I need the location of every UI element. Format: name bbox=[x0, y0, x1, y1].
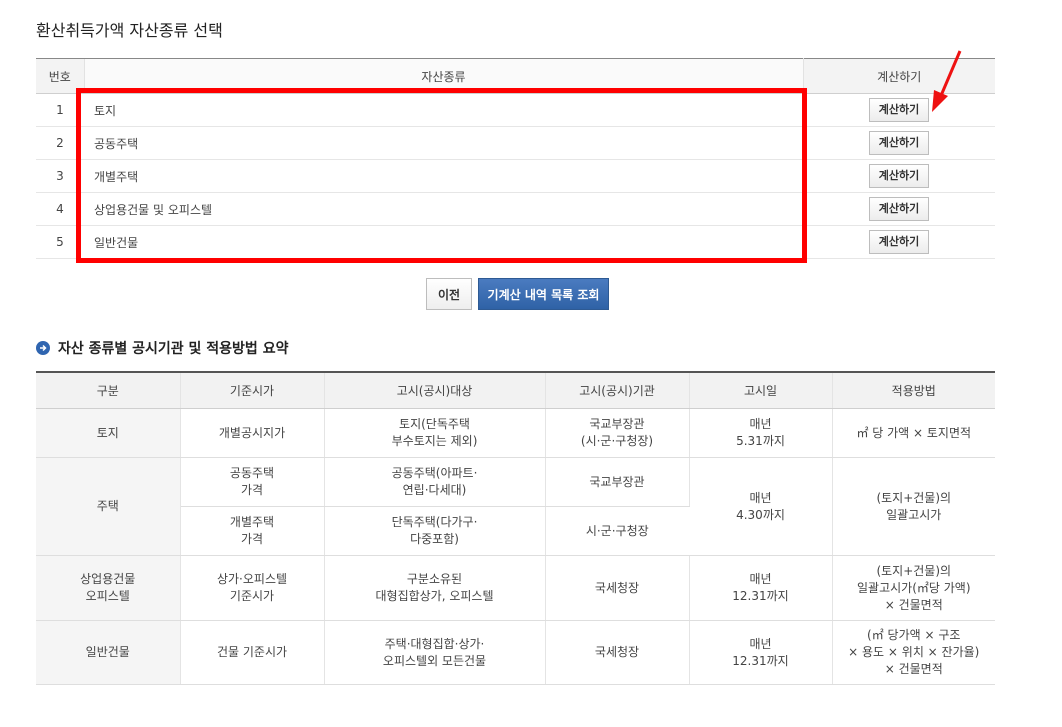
row-number: 5 bbox=[36, 225, 84, 259]
col-header-basis: 기준시가 bbox=[180, 371, 325, 409]
row-number: 4 bbox=[36, 192, 84, 226]
calculate-button-house[interactable]: 계산하기 bbox=[869, 164, 929, 188]
row-number: 3 bbox=[36, 159, 84, 193]
red-arrow-icon bbox=[932, 50, 962, 112]
basis-cell: 개별공시지가 bbox=[180, 408, 325, 458]
table-row: 5 일반건물 계산하기 bbox=[36, 225, 995, 259]
asset-name: 일반건물 bbox=[84, 225, 803, 259]
agency-cell: 국세청장 bbox=[545, 620, 690, 685]
calculate-button-land[interactable]: 계산하기 bbox=[869, 98, 929, 122]
col-header-target: 고시(공시)대상 bbox=[324, 371, 546, 409]
col-header-method: 적용방법 bbox=[832, 371, 995, 409]
agency-cell: 국교부장관 (시·군·구청장) bbox=[545, 408, 690, 458]
category-cell: 토지 bbox=[36, 408, 181, 458]
target-cell: 주택·대형집합·상가· 오피스텔외 모든건물 bbox=[324, 620, 546, 685]
date-cell: 매년 12.31까지 bbox=[689, 620, 833, 685]
target-cell: 공동주택(아파트· 연립·다세대) bbox=[324, 457, 546, 507]
col-header-category: 구분 bbox=[36, 371, 181, 409]
col-header-action: 계산하기 bbox=[803, 58, 995, 94]
basis-cell: 공동주택 가격 bbox=[180, 457, 325, 507]
table-row: 4 상업용건물 및 오피스텔 계산하기 bbox=[36, 192, 995, 226]
category-cell: 주택 bbox=[36, 457, 181, 556]
page-title: 환산취득가액 자산종류 선택 bbox=[36, 21, 223, 40]
table-row: 3 개별주택 계산하기 bbox=[36, 159, 995, 193]
method-cell: ㎡ 당 가액 × 토지면적 bbox=[832, 408, 995, 458]
asset-name: 상업용건물 및 오피스텔 bbox=[84, 192, 803, 226]
target-cell: 토지(단독주택 부수토지는 제외) bbox=[324, 408, 546, 458]
method-cell: (토지+건물)의 일괄고시가(㎡당 가액) × 건물면적 bbox=[832, 555, 995, 621]
category-cell: 상업용건물 오피스텔 bbox=[36, 555, 181, 621]
row-number: 2 bbox=[36, 126, 84, 160]
col-header-type: 자산종류 bbox=[83, 58, 804, 94]
basis-cell: 개별주택 가격 bbox=[180, 506, 325, 556]
table-row: 일반건물 건물 기준시가 주택·대형집합·상가· 오피스텔외 모든건물 국세청장 … bbox=[36, 620, 995, 685]
date-cell: 매년 12.31까지 bbox=[689, 555, 833, 621]
asset-name: 토지 bbox=[84, 93, 803, 127]
asset-name: 개별주택 bbox=[84, 159, 803, 193]
table-row: 주택 공동주택 가격 공동주택(아파트· 연립·다세대) 국교부장관 매년 4.30까… bbox=[36, 457, 995, 556]
category-cell: 일반건물 bbox=[36, 620, 181, 685]
col-header-date: 고시일 bbox=[689, 371, 833, 409]
asset-type-table: 번호 자산종류 계산하기 1 토지 계산하기 2 공동주택 계산하기 3 개별주… bbox=[36, 58, 995, 259]
table-row: 1 토지 계산하기 bbox=[36, 93, 995, 127]
table-row: 2 공동주택 계산하기 bbox=[36, 126, 995, 160]
target-cell: 단독주택(다가구· 다중포함) bbox=[324, 506, 546, 556]
basis-cell: 상가·오피스텔 기준시가 bbox=[180, 555, 325, 621]
col-header-agency: 고시(공시)기관 bbox=[545, 371, 690, 409]
agency-cell: 국교부장관 bbox=[545, 457, 690, 507]
agency-cell: 국세청장 bbox=[545, 555, 690, 621]
calculate-button-apartment[interactable]: 계산하기 bbox=[869, 131, 929, 155]
table-row: 토지 개별공시지가 토지(단독주택 부수토지는 제외) 국교부장관 (시·군·구청장… bbox=[36, 408, 995, 458]
basis-cell: 건물 기준시가 bbox=[180, 620, 325, 685]
prev-button[interactable]: 이전 bbox=[426, 278, 472, 310]
calculate-button-commercial[interactable]: 계산하기 bbox=[869, 197, 929, 221]
agency-cell: 시·군·구청장 bbox=[545, 506, 689, 556]
method-cell: (토지+건물)의 일괄고시가 bbox=[832, 457, 995, 556]
date-cell: 매년 4.30까지 bbox=[689, 457, 833, 556]
calculate-button-general[interactable]: 계산하기 bbox=[869, 230, 929, 254]
section-title: 자산 종류별 공시기관 및 적용방법 요약 bbox=[58, 341, 289, 357]
date-cell: 매년 5.31까지 bbox=[689, 408, 833, 458]
asset-name: 공동주택 bbox=[84, 126, 803, 160]
table-row: 상업용건물 오피스텔 상가·오피스텔 기준시가 구분소유된 대형집합상가, 오피스텔 … bbox=[36, 555, 995, 621]
target-cell: 구분소유된 대형집합상가, 오피스텔 bbox=[324, 555, 546, 621]
col-header-num: 번호 bbox=[36, 58, 84, 94]
summary-table: 구분 기준시가 고시(공시)대상 고시(공시)기관 고시일 적용방법 토지 개별… bbox=[36, 371, 995, 685]
circle-arrow-icon bbox=[36, 341, 50, 355]
method-cell: (㎡ 당가액 × 구조 × 용도 × 위치 × 잔가율) × 건물면적 bbox=[832, 620, 995, 685]
calc-history-button[interactable]: 기계산 내역 목록 조회 bbox=[478, 278, 609, 310]
row-number: 1 bbox=[36, 93, 84, 127]
